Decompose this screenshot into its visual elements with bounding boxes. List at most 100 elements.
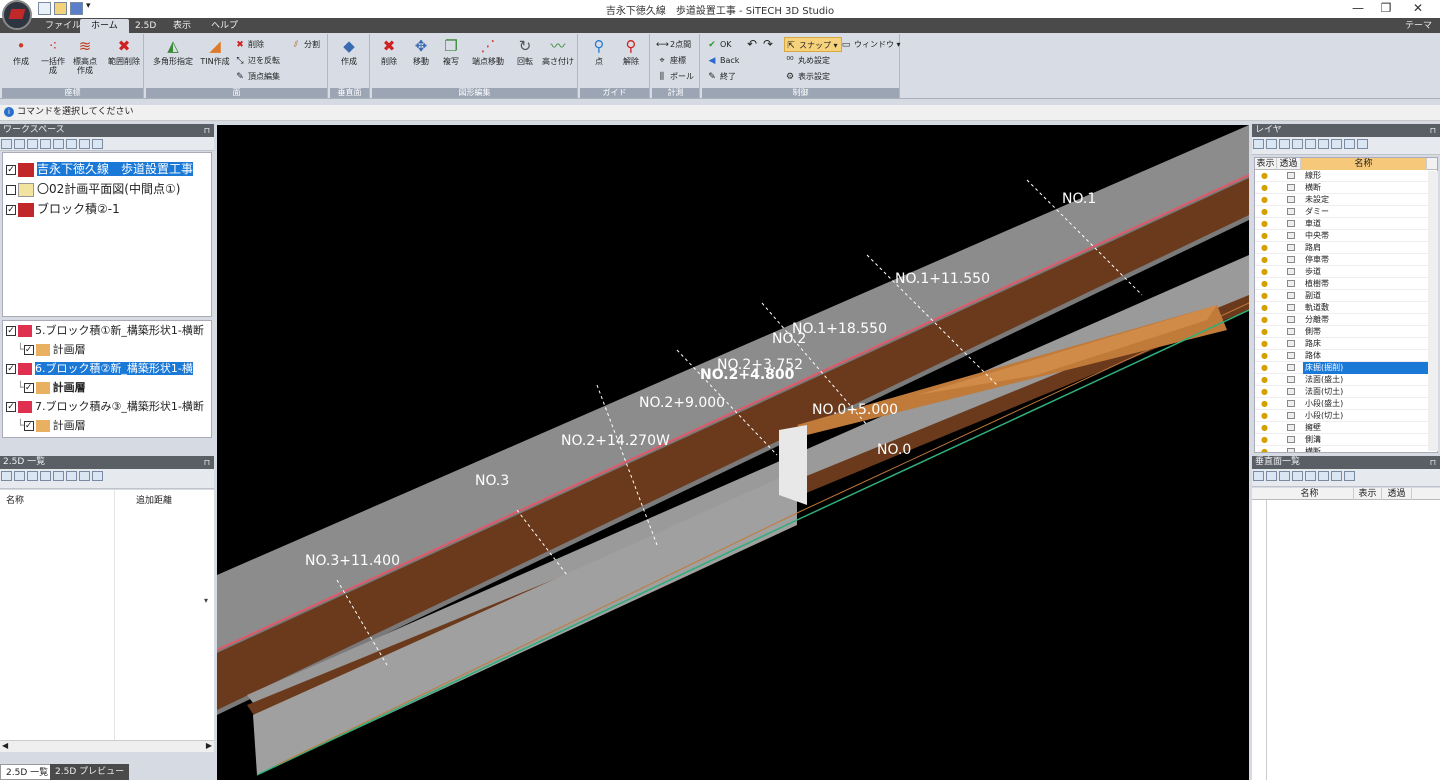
bulb-off-icon[interactable] [1266, 139, 1277, 149]
down-arrow-icon[interactable] [92, 471, 103, 481]
visibility-bulb-icon[interactable]: ● [1261, 266, 1268, 278]
rotate-button[interactable]: ↻ 回転 [510, 34, 540, 66]
column-transparent[interactable]: 透過 [1277, 158, 1301, 170]
layer-row[interactable]: ● 植樹帯 [1255, 278, 1437, 290]
3d-viewport[interactable]: NO.1 NO.1+11.550 NO.1+18.550 NO.2 NO.2+3… [217, 125, 1249, 780]
visibility-bulb-icon[interactable]: ● [1261, 194, 1268, 206]
frame-icon[interactable] [40, 471, 51, 481]
layer-row[interactable]: ● 横断 [1255, 446, 1437, 452]
transparency-icon[interactable] [1287, 316, 1295, 323]
remove-icon[interactable] [14, 139, 25, 149]
up-arrow-icon[interactable] [79, 471, 90, 481]
copy-button[interactable]: ❐ 複写 [436, 34, 466, 66]
window-dropdown[interactable]: ▭ ウィンドウ ▾ [840, 37, 901, 52]
down-arrow-icon[interactable] [1344, 471, 1355, 481]
layer-row[interactable]: ● 小段(切土) [1255, 410, 1437, 422]
transparency-icon[interactable] [1287, 400, 1295, 407]
settings-icon[interactable] [66, 471, 77, 481]
checkbox[interactable]: ✓ [23, 345, 34, 355]
edge-flip-button[interactable]: ⤡ 辺を反転 [234, 53, 280, 68]
transparency-icon[interactable] [1287, 448, 1295, 452]
up-arrow-icon[interactable] [1331, 471, 1342, 481]
transparency-icon[interactable] [1287, 256, 1295, 263]
move-button[interactable]: ✥ 移動 [406, 34, 436, 66]
transparency-icon[interactable] [1287, 172, 1295, 179]
minimize-button[interactable]: — [1344, 1, 1372, 17]
layer-row[interactable]: ● 側溝 [1255, 434, 1437, 446]
frame-icon[interactable] [1305, 471, 1316, 481]
layer-row[interactable]: ● 横断 [1255, 182, 1437, 194]
set-height-button[interactable]: 〰高さ付け [540, 34, 576, 66]
tree-item[interactable]: ✓ 6.ブロック積②新_構築形状1-横 [3, 359, 211, 378]
column-header-distance[interactable]: 追加距離 [136, 493, 172, 506]
restore-button[interactable]: ❐ [1372, 1, 1400, 17]
visibility-bulb-icon[interactable]: ● [1261, 242, 1268, 254]
layer-row[interactable]: ● 未設定 [1255, 194, 1437, 206]
undo-button[interactable]: ↶ [746, 37, 760, 52]
scroll-arrow-icon[interactable]: ▾ [204, 596, 208, 605]
pin-icon[interactable]: ⊓ [204, 124, 210, 137]
transparency-icon[interactable] [1287, 292, 1295, 299]
layer-row[interactable]: ● 法面(切土) [1255, 386, 1437, 398]
two-point-button[interactable]: ⟷2点間 [656, 37, 691, 52]
visibility-bulb-icon[interactable]: ● [1261, 254, 1268, 266]
add-icon[interactable] [1, 139, 12, 149]
split-button[interactable]: ⫽ 分割 [290, 37, 320, 52]
move-up-icon[interactable] [1318, 139, 1329, 149]
export-icon[interactable] [92, 139, 103, 149]
transparency-icon[interactable] [1287, 184, 1295, 191]
visibility-bulb-icon[interactable]: ● [1261, 398, 1268, 410]
tree-item[interactable]: └✓ 計画層 [3, 378, 211, 397]
workspace-item[interactable]: ✓ 吉永下徳久線 歩道設置工事 [3, 159, 211, 179]
visibility-bulb-icon[interactable]: ● [1261, 374, 1268, 386]
visibility-bulb-icon[interactable]: ● [1261, 434, 1268, 446]
transparency-icon[interactable] [1287, 340, 1295, 347]
visibility-bulb-icon[interactable]: ● [1261, 302, 1268, 314]
color-icon[interactable] [1292, 139, 1303, 149]
elev-create-button[interactable]: ≋ 標高点作成 [70, 34, 100, 75]
transparency-icon[interactable] [1287, 220, 1295, 227]
pin-icon[interactable]: ⊓ [204, 456, 210, 469]
layer-row[interactable]: ● 車道 [1255, 218, 1437, 230]
ok-button[interactable]: ✔ OK [706, 37, 731, 52]
coord-create-button[interactable]: • 作成 [6, 34, 36, 66]
layer-row[interactable]: ● 停車帯 [1255, 254, 1437, 266]
tab-2-5d-list[interactable]: 2.5D 一覧 [0, 764, 55, 780]
transparency-icon[interactable] [1287, 388, 1295, 395]
pin-icon[interactable]: ⊓ [1430, 124, 1436, 137]
transparency-icon[interactable] [1287, 412, 1295, 419]
visibility-bulb-icon[interactable]: ● [1261, 338, 1268, 350]
column-name[interactable]: 名称 [1266, 488, 1354, 500]
checkbox[interactable]: ✓ [23, 421, 34, 431]
transparency-icon[interactable] [1287, 424, 1295, 431]
guide-point-button[interactable]: ⚲ 点 [584, 34, 614, 66]
fit-icon[interactable] [1318, 471, 1329, 481]
snap-dropdown[interactable]: ⇱ スナップ ▾ [784, 37, 842, 52]
tab-help[interactable]: ヘルプ [200, 19, 249, 33]
lock-icon[interactable] [27, 471, 38, 481]
tree-item[interactable]: ✓ 7.ブロック積み③_構築形状1-横断 [3, 397, 211, 416]
vertex-edit-button[interactable]: ✎ 頂点編集 [234, 69, 280, 84]
checkbox[interactable]: ✓ [6, 402, 16, 412]
visibility-bulb-icon[interactable]: ● [1261, 386, 1268, 398]
visibility-bulb-icon[interactable]: ● [1261, 350, 1268, 362]
checkbox[interactable]: ✓ [6, 204, 16, 215]
face-delete-button[interactable]: ✖ 削除 [234, 37, 264, 52]
range-delete-button[interactable]: ✖ 範囲削除 [106, 34, 142, 66]
down-icon[interactable] [40, 139, 51, 149]
layer-row[interactable]: ● 擁壁 [1255, 422, 1437, 434]
back-button[interactable]: ◀ Back [706, 53, 740, 68]
column-header-name[interactable]: 名称 [6, 493, 24, 506]
transparency-icon[interactable] [1287, 304, 1295, 311]
tin-create-button[interactable]: ◢ TIN作成 [198, 34, 232, 66]
batch-create-button[interactable]: ⁖ 一括作成 [38, 34, 68, 75]
column-name[interactable]: 名称 [1301, 158, 1427, 170]
show-icon[interactable] [1, 471, 12, 481]
layer-row[interactable]: ● 路床 [1255, 338, 1437, 350]
round-setting-button[interactable]: ⁰⁰ 丸め設定 [784, 53, 830, 68]
display-setting-button[interactable]: ⚙ 表示設定 [784, 69, 830, 84]
visibility-bulb-icon[interactable]: ● [1261, 290, 1268, 302]
layer-row[interactable]: ● 側帯 [1255, 326, 1437, 338]
endpoint-move-button[interactable]: ⋰ 端点移動 [468, 34, 508, 66]
transparency-icon[interactable] [1287, 376, 1295, 383]
